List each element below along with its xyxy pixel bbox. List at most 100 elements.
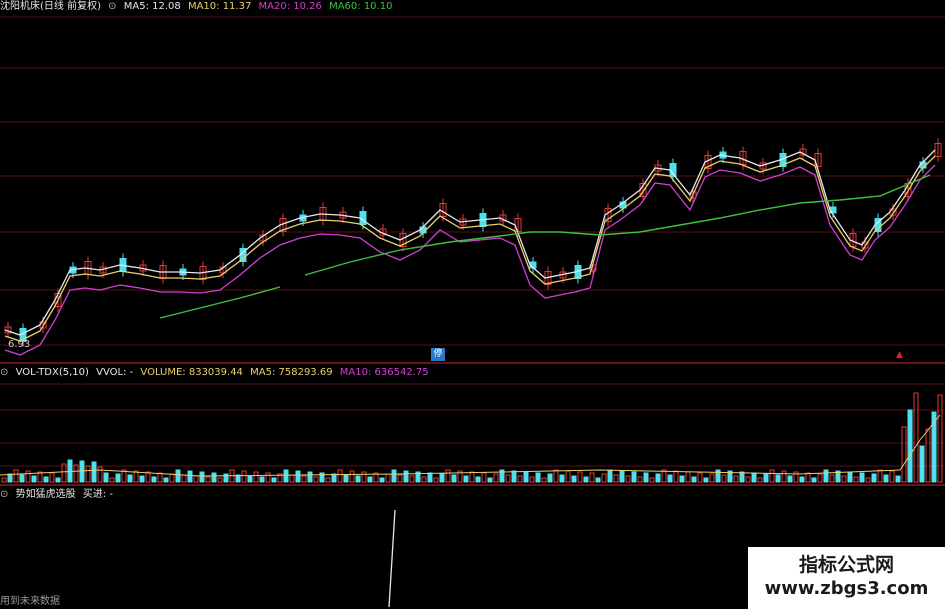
volume-bar — [895, 475, 901, 483]
volume-bar — [841, 475, 847, 483]
volume-bar — [43, 476, 49, 483]
volume-bar — [79, 460, 85, 483]
volume-bar — [853, 476, 859, 483]
volume-bar — [259, 476, 265, 483]
volume-bar — [445, 469, 451, 483]
volume-bar — [409, 475, 415, 483]
volume-bar — [505, 474, 511, 483]
volume-bar — [157, 472, 163, 483]
ma10-line — [4, 155, 936, 342]
volume-bar — [169, 473, 175, 483]
volume-bar — [517, 475, 523, 483]
volume-value: VOLUME: 833039.44 — [140, 367, 243, 378]
volume-bar — [361, 471, 367, 483]
volume-bar — [367, 476, 373, 483]
volume-bar — [7, 473, 13, 483]
volume-bar — [85, 465, 91, 483]
volume-bar — [355, 475, 361, 483]
volume-bar — [307, 471, 313, 483]
volume-bar — [619, 470, 625, 483]
volume-bar — [631, 471, 637, 483]
volume-bar — [199, 471, 205, 483]
volume-bar — [529, 476, 535, 483]
volume-bar — [781, 470, 787, 483]
volume-bar — [703, 477, 709, 483]
volume-bar — [865, 477, 871, 483]
indicator-name[interactable]: 势如猛虎选股 — [16, 489, 76, 500]
volume-bar — [577, 471, 583, 483]
vol-indicator-name[interactable]: VOL-TDX(5,10) — [16, 367, 89, 378]
volume-bar — [919, 445, 925, 483]
indicator-signal-line — [388, 509, 396, 608]
volume-bar — [253, 471, 259, 483]
volume-bar — [217, 477, 223, 483]
volume-bar — [427, 472, 433, 483]
volume-bar — [211, 472, 217, 483]
volume-bar — [379, 477, 385, 483]
volume-bar — [799, 476, 805, 483]
volume-bar — [13, 469, 19, 483]
volume-bar — [649, 477, 655, 483]
volume-bar — [127, 474, 133, 483]
volume-bar — [403, 470, 409, 483]
volume-bar — [265, 472, 271, 483]
chart-canvas[interactable] — [0, 0, 945, 609]
volume-bar — [745, 476, 751, 483]
volume-bar — [271, 477, 277, 483]
volume-bar — [739, 471, 745, 483]
volume-bar — [607, 469, 613, 483]
volume-bar — [811, 477, 817, 483]
volume-bar — [487, 477, 493, 483]
volume-bar — [553, 469, 559, 483]
volume-bar — [295, 470, 301, 483]
buy-signal-value: 买进: - — [82, 489, 113, 500]
volume-bar — [637, 476, 643, 483]
volume-bar — [475, 476, 481, 483]
watermark-title: 指标公式网 — [798, 554, 894, 576]
volume-bar — [97, 466, 103, 483]
volume-bar — [691, 476, 697, 483]
volume-bar — [829, 474, 835, 483]
watermark: 指标公式网 www.zbgs3.com — [748, 547, 945, 609]
volume-bar — [55, 477, 61, 483]
volume-bar — [181, 474, 187, 483]
volume-bar — [163, 477, 169, 483]
volume-bar — [937, 394, 943, 483]
volume-bar — [349, 470, 355, 483]
volume-bar — [625, 475, 631, 483]
volume-bar — [283, 469, 289, 483]
collapse-icon[interactable]: ⊙ — [0, 367, 8, 378]
volume-bar — [31, 475, 37, 483]
volume-bar — [385, 473, 391, 483]
volume-bar — [559, 474, 565, 483]
ma20-line — [4, 164, 936, 356]
volume-bar — [613, 474, 619, 483]
volume-bar — [331, 473, 337, 483]
volume-bar — [697, 472, 703, 483]
volume-bar — [19, 474, 25, 483]
volume-bar — [1, 477, 7, 483]
volume-bar — [469, 471, 475, 483]
volume-bar — [655, 473, 661, 483]
vol-ma5-value: MA5: 758293.69 — [250, 367, 333, 378]
volume-bar — [601, 473, 607, 483]
volume-bar — [25, 470, 31, 483]
volume-bar — [61, 463, 67, 483]
volume-bar — [463, 475, 469, 483]
volume-bar — [289, 474, 295, 483]
volume-bar — [115, 473, 121, 483]
volume-bar — [673, 470, 679, 483]
collapse-icon[interactable]: ⊙ — [0, 489, 8, 500]
footer-note: 用到未来数据 — [0, 596, 60, 607]
volume-bar — [523, 471, 529, 483]
volume-bar — [775, 474, 781, 483]
volume-bar — [871, 473, 877, 483]
volume-bar — [847, 471, 853, 483]
volume-bar — [685, 471, 691, 483]
volume-bar — [91, 461, 97, 483]
volume-bar — [151, 476, 157, 483]
volume-bar — [451, 474, 457, 483]
volume-bar — [583, 476, 589, 483]
volume-bar — [541, 477, 547, 483]
volume-bar — [877, 469, 883, 483]
